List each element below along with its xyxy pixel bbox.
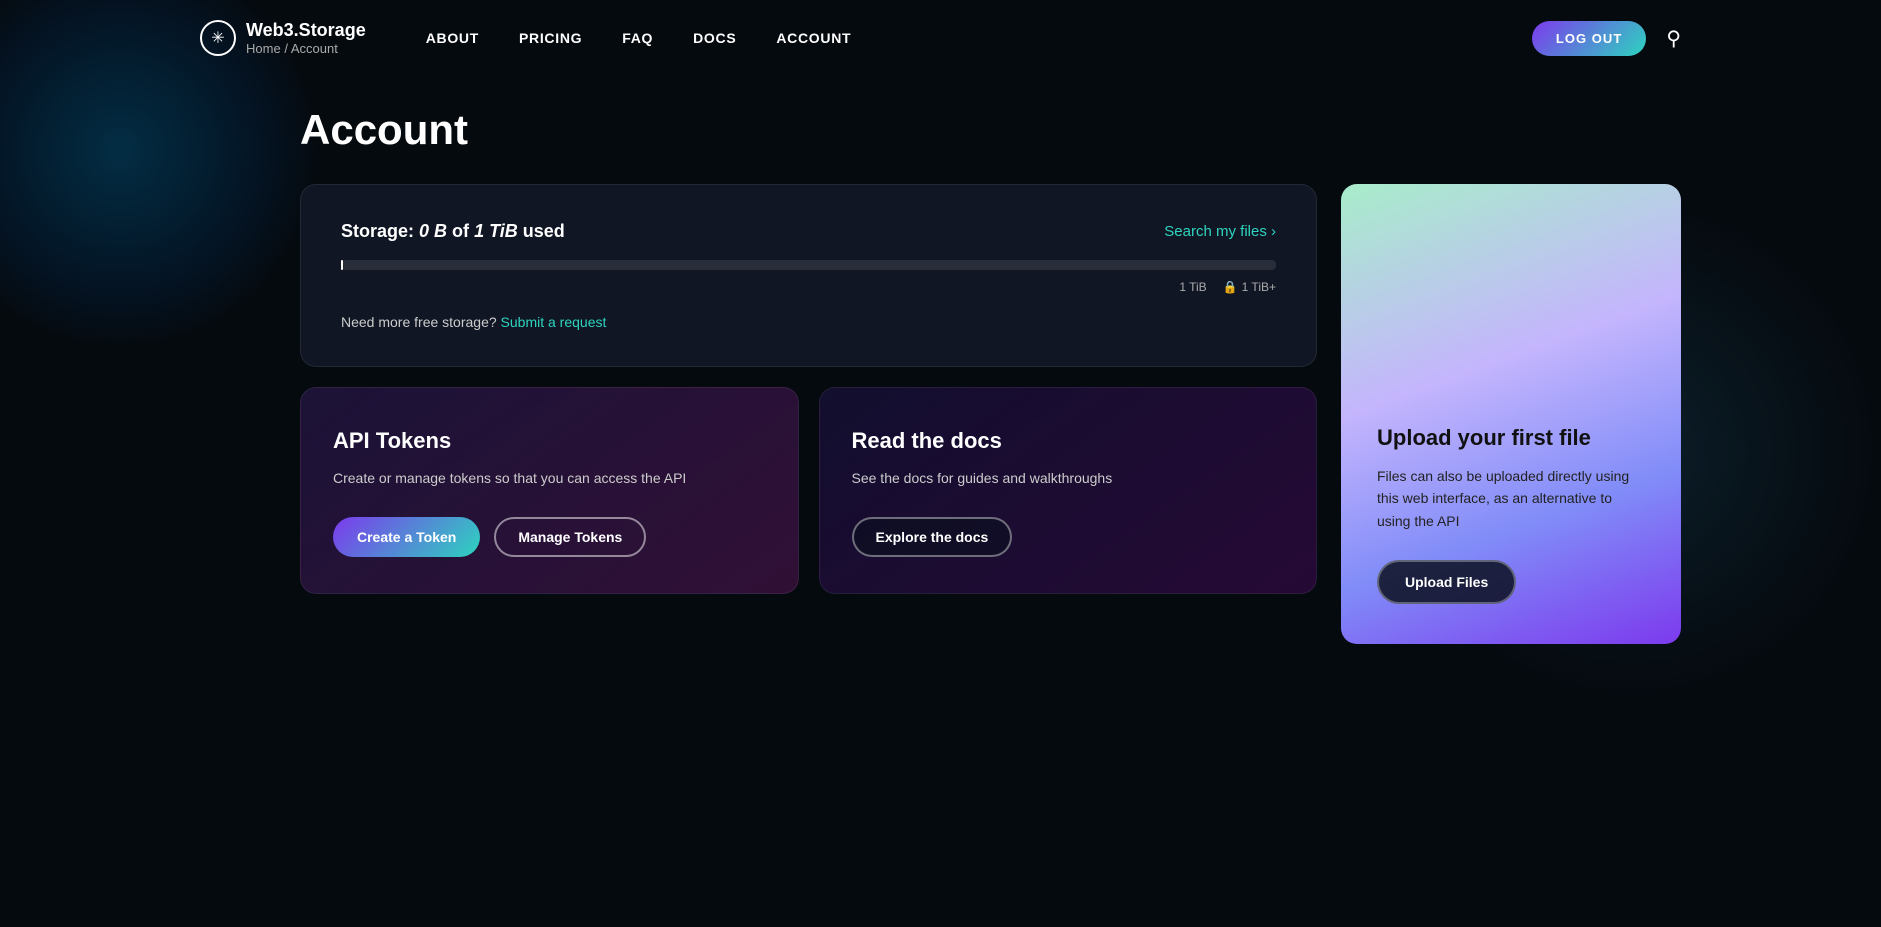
progress-label-1tib: 1 TiB — [1179, 280, 1206, 294]
explore-docs-button[interactable]: Explore the docs — [852, 517, 1013, 557]
api-tokens-buttons: Create a Token Manage Tokens — [333, 517, 766, 557]
docs-card: Read the docs See the docs for guides an… — [819, 387, 1318, 594]
breadcrumb-current: Account — [291, 41, 338, 56]
lock-icon: 🔒 — [1223, 280, 1238, 294]
search-nav-icon[interactable]: ⚲ — [1666, 26, 1681, 51]
upload-card: Upload your first file Files can also be… — [1341, 184, 1681, 644]
api-tokens-card: API Tokens Create or manage tokens so th… — [300, 387, 799, 594]
create-token-button[interactable]: Create a Token — [333, 517, 480, 557]
progress-label-1tib-plus: 🔒 1 TiB+ — [1223, 280, 1276, 294]
storage-card: Storage: 0 B of 1 TiB used Search my fil… — [300, 184, 1317, 367]
progress-bar-fill — [341, 260, 343, 270]
brand-logo[interactable]: ✳ Web3.Storage Home / Account — [200, 20, 366, 56]
storage-total: 1 TiB — [474, 221, 518, 241]
nav-faq[interactable]: FAQ — [622, 30, 653, 46]
search-files-link[interactable]: Search my files › — [1164, 223, 1276, 240]
left-column: Storage: 0 B of 1 TiB used Search my fil… — [300, 184, 1317, 644]
progress-labels: 1 TiB 🔒 1 TiB+ — [341, 280, 1276, 294]
storage-title: Storage: 0 B of 1 TiB used — [341, 221, 565, 242]
nav-about[interactable]: ABOUT — [426, 30, 479, 46]
storage-used: 0 B — [419, 221, 447, 241]
api-tokens-description: Create or manage tokens so that you can … — [333, 468, 766, 489]
storage-suffix: used — [523, 221, 565, 241]
page-title: Account — [300, 106, 1681, 154]
nav-pricing[interactable]: PRICING — [519, 30, 582, 46]
logo-icon: ✳ — [200, 20, 236, 56]
upload-card-description: Files can also be uploaded directly usin… — [1377, 465, 1645, 532]
nav-actions: LOG OUT ⚲ — [1532, 21, 1681, 56]
progress-bar-container — [341, 260, 1276, 270]
progress-label-plus-text: 1 TiB+ — [1242, 280, 1276, 294]
breadcrumb: Home / Account — [246, 41, 366, 56]
submit-request-link[interactable]: Submit a request — [501, 314, 607, 330]
storage-header: Storage: 0 B of 1 TiB used Search my fil… — [341, 221, 1276, 242]
api-tokens-title: API Tokens — [333, 428, 766, 454]
logout-button[interactable]: LOG OUT — [1532, 21, 1647, 56]
manage-tokens-button[interactable]: Manage Tokens — [494, 517, 646, 557]
breadcrumb-home[interactable]: Home — [246, 41, 281, 56]
nav-account[interactable]: ACCOUNT — [776, 30, 851, 46]
storage-label: Storage: — [341, 221, 419, 241]
bottom-cards: API Tokens Create or manage tokens so th… — [300, 387, 1317, 594]
docs-card-buttons: Explore the docs — [852, 517, 1285, 557]
upload-card-title: Upload your first file — [1377, 425, 1645, 451]
brand-name: Web3.Storage — [246, 20, 366, 41]
docs-card-description: See the docs for guides and walkthroughs — [852, 468, 1285, 489]
upload-files-button[interactable]: Upload Files — [1377, 560, 1516, 604]
nav-docs[interactable]: DOCS — [693, 30, 736, 46]
layout-grid: Storage: 0 B of 1 TiB used Search my fil… — [300, 184, 1681, 644]
storage-note: Need more free storage? Submit a request — [341, 314, 1276, 330]
nav-links: ABOUT PRICING FAQ DOCS ACCOUNT — [426, 30, 1532, 46]
docs-card-title: Read the docs — [852, 428, 1285, 454]
